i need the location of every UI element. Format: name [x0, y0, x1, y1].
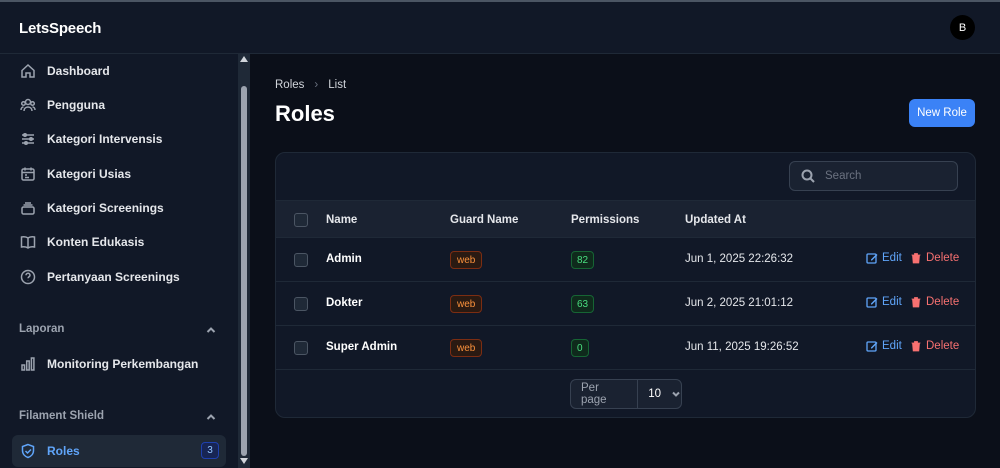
group-label-laporan: Laporan	[19, 323, 65, 335]
sidebar-item-kategori-usias[interactable]: Kategori Usias	[12, 158, 226, 190]
chevron-up-icon[interactable]	[205, 410, 217, 422]
edit-icon	[866, 341, 878, 352]
sidebar-scrollbar[interactable]	[238, 54, 250, 468]
sidebar-item-kategori-screenings[interactable]: Kategori Screenings	[12, 192, 226, 224]
sidebar-item-label: Kategori Usias	[47, 167, 132, 181]
edit-button[interactable]: Edit	[866, 296, 902, 308]
sidebar-item-label: Kategori Intervensis	[47, 132, 163, 146]
trash-icon	[911, 341, 921, 352]
updated-at: Jun 2, 2025 21:01:12	[685, 297, 794, 309]
sidebar-item-label: Konten Edukasis	[47, 235, 145, 249]
sidebar-item-label: Roles	[47, 444, 80, 458]
column-header-updated-at[interactable]: Updated At	[685, 214, 746, 226]
brand-logo[interactable]: LetsSpeech	[19, 20, 101, 37]
row-checkbox[interactable]	[294, 297, 308, 311]
per-page-select[interactable]: Per page 10	[570, 379, 682, 409]
table-row[interactable]: Super Admin web 0 Jun 11, 2025 19:26:52 …	[276, 326, 975, 370]
column-header-guard-name[interactable]: Guard Name	[450, 214, 518, 226]
select-all-checkbox[interactable]	[294, 213, 308, 227]
chart-bar-icon	[19, 355, 37, 373]
sidebar: Dashboard Pengguna Kategori Intervensis …	[0, 54, 250, 468]
role-name: Admin	[326, 253, 362, 265]
role-name: Dokter	[326, 297, 363, 309]
sliders-icon	[19, 130, 37, 148]
permissions-badge: 63	[571, 295, 595, 313]
search-icon	[801, 169, 815, 183]
breadcrumb-list: List	[328, 79, 347, 91]
sidebar-item-roles[interactable]: Roles 3	[12, 435, 226, 467]
scroll-thumb[interactable]	[241, 86, 247, 456]
updated-at: Jun 11, 2025 19:26:52	[685, 341, 799, 353]
sidebar-item-label: Dashboard	[47, 64, 110, 78]
calendar-icon	[19, 165, 37, 183]
breadcrumb: Roles › List	[275, 79, 346, 91]
roles-table-card: Name Guard Name Permissions Updated At A…	[275, 152, 976, 418]
trash-icon	[911, 297, 921, 308]
delete-button[interactable]: Delete	[910, 296, 959, 308]
sidebar-item-pengguna[interactable]: Pengguna	[12, 89, 226, 121]
stack-icon	[19, 199, 37, 217]
users-icon	[19, 96, 37, 114]
edit-icon	[866, 253, 878, 264]
sidebar-item-label: Monitoring Perkembangan	[47, 357, 199, 371]
row-checkbox[interactable]	[294, 341, 308, 355]
chevron-down-icon	[672, 391, 680, 397]
chevron-right-icon: ›	[314, 79, 319, 91]
breadcrumb-roles[interactable]: Roles	[275, 79, 304, 91]
delete-button[interactable]: Delete	[910, 340, 959, 352]
sidebar-item-label: Pengguna	[47, 98, 106, 112]
new-role-button[interactable]: New Role	[909, 99, 975, 127]
search-box[interactable]	[789, 161, 958, 191]
delete-button[interactable]: Delete	[910, 252, 959, 264]
shield-icon	[19, 442, 37, 460]
table-header: Name Guard Name Permissions Updated At	[276, 200, 975, 238]
per-page-value[interactable]: 10	[638, 388, 681, 400]
edit-button[interactable]: Edit	[866, 252, 902, 264]
book-icon	[19, 233, 37, 251]
edit-button[interactable]: Edit	[866, 340, 902, 352]
chevron-up-icon[interactable]	[205, 323, 217, 335]
scroll-up-arrow[interactable]	[240, 56, 248, 62]
column-header-permissions[interactable]: Permissions	[571, 214, 639, 226]
search-input[interactable]	[825, 170, 945, 182]
updated-at: Jun 1, 2025 22:26:32	[685, 253, 794, 265]
column-header-name[interactable]: Name	[326, 214, 357, 226]
trash-icon	[911, 253, 921, 264]
role-name: Super Admin	[326, 341, 398, 353]
sidebar-item-label: Kategori Screenings	[47, 201, 164, 215]
sidebar-item-dashboard[interactable]: Dashboard	[12, 55, 226, 87]
per-page-label: Per page	[571, 380, 639, 408]
table-row[interactable]: Admin web 82 Jun 1, 2025 22:26:32 Edit D…	[276, 238, 975, 282]
guard-badge: web	[450, 251, 483, 269]
row-checkbox[interactable]	[294, 253, 308, 267]
sidebar-item-konten-edukasis[interactable]: Konten Edukasis	[12, 226, 226, 258]
top-bar: LetsSpeech B	[0, 0, 1000, 54]
scroll-down-arrow[interactable]	[240, 458, 248, 464]
permissions-badge: 82	[571, 251, 595, 269]
user-avatar[interactable]: B	[950, 15, 975, 40]
group-label-filament-shield: Filament Shield	[19, 410, 104, 422]
edit-icon	[866, 297, 878, 308]
permissions-badge: 0	[571, 339, 589, 357]
guard-badge: web	[450, 295, 483, 313]
sidebar-item-pertanyaan-screenings[interactable]: Pertanyaan Screenings	[12, 261, 226, 293]
count-badge: 3	[201, 442, 219, 459]
home-icon	[19, 62, 37, 80]
table-row[interactable]: Dokter web 63 Jun 2, 2025 21:01:12 Edit …	[276, 282, 975, 326]
question-icon	[19, 268, 37, 286]
sidebar-item-label: Pertanyaan Screenings	[47, 270, 180, 284]
sidebar-item-monitoring-perkembangan[interactable]: Monitoring Perkembangan	[12, 348, 226, 380]
table-footer: Per page 10	[276, 371, 975, 417]
sidebar-item-kategori-intervensis[interactable]: Kategori Intervensis	[12, 123, 226, 155]
guard-badge: web	[450, 339, 483, 357]
page-title: Roles	[275, 101, 335, 126]
